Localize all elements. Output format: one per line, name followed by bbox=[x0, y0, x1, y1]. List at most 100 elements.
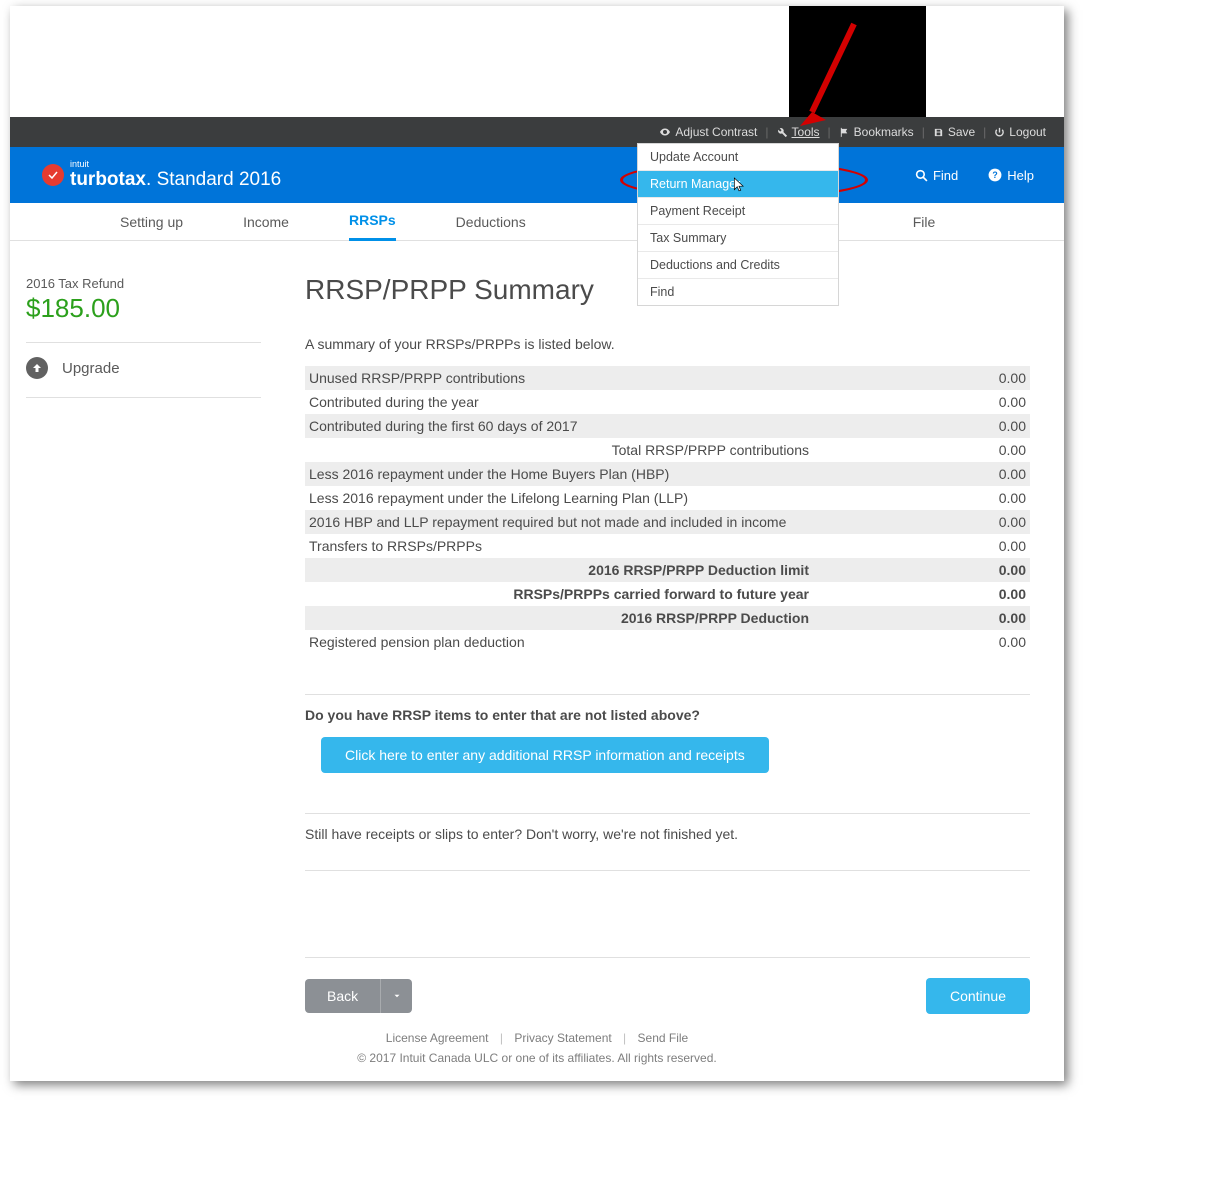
row-label: Less 2016 repayment under the Lifelong L… bbox=[309, 490, 688, 506]
table-row: Contributed during the first 60 days of … bbox=[305, 414, 1030, 438]
row-value: 0.00 bbox=[976, 490, 1026, 506]
brand-edition: Standard 2016 bbox=[157, 169, 282, 190]
bookmarks-link[interactable]: Bookmarks bbox=[833, 125, 920, 139]
row-value: 0.00 bbox=[976, 394, 1026, 410]
divider bbox=[305, 870, 1030, 871]
continue-button[interactable]: Continue bbox=[926, 978, 1030, 1014]
search-icon bbox=[915, 169, 928, 182]
dropdown-item[interactable]: Update Account bbox=[638, 144, 838, 171]
tab-setting-up[interactable]: Setting up bbox=[120, 204, 183, 240]
row-label: Total RRSP/PRPP contributions bbox=[309, 442, 869, 458]
intro-text: A summary of your RRSPs/PRPPs is listed … bbox=[305, 336, 1030, 352]
row-label: 2016 RRSP/PRPP Deduction bbox=[309, 610, 869, 626]
save-icon bbox=[933, 127, 944, 138]
brand-text-block: intuit turbotax. Standard 2016 bbox=[70, 160, 281, 191]
row-value: 0.00 bbox=[976, 418, 1026, 434]
logout-link[interactable]: Logout bbox=[988, 125, 1052, 139]
bookmarks-label: Bookmarks bbox=[854, 125, 914, 139]
divider bbox=[26, 342, 261, 343]
help-label: Help bbox=[1007, 168, 1034, 183]
help-link[interactable]: ? Help bbox=[988, 168, 1034, 183]
note-text: Still have receipts or slips to enter? D… bbox=[305, 826, 1030, 842]
chevron-down-icon bbox=[392, 991, 402, 1001]
row-value: 0.00 bbox=[976, 514, 1026, 530]
refund-label: 2016 Tax Refund bbox=[26, 276, 261, 291]
question-text: Do you have RRSP items to enter that are… bbox=[305, 707, 1030, 723]
tab-rrsps[interactable]: RRSPs bbox=[349, 202, 396, 241]
adjust-contrast-link[interactable]: Adjust Contrast bbox=[653, 125, 763, 139]
wrench-icon bbox=[777, 127, 788, 138]
row-label: 2016 HBP and LLP repayment required but … bbox=[309, 514, 786, 530]
license-link[interactable]: License Agreement bbox=[386, 1031, 489, 1045]
dropdown-item[interactable]: Find bbox=[638, 279, 838, 305]
adjust-contrast-label: Adjust Contrast bbox=[675, 125, 757, 139]
help-icon: ? bbox=[988, 168, 1002, 182]
refund-amount: $185.00 bbox=[26, 293, 261, 324]
copyright-text: © 2017 Intuit Canada ULC or one of its a… bbox=[10, 1051, 1064, 1065]
back-button[interactable]: Back bbox=[305, 979, 380, 1013]
table-row: 2016 RRSP/PRPP Deduction limit 0.00 bbox=[305, 558, 1030, 582]
divider bbox=[26, 397, 261, 398]
privacy-link[interactable]: Privacy Statement bbox=[514, 1031, 611, 1045]
find-label: Find bbox=[933, 168, 958, 183]
logout-label: Logout bbox=[1009, 125, 1046, 139]
row-label: Registered pension plan deduction bbox=[309, 634, 525, 650]
separator: | bbox=[763, 125, 770, 139]
table-row: RRSPs/PRPPs carried forward to future ye… bbox=[305, 582, 1030, 606]
dropdown-item[interactable]: Deductions and Credits bbox=[638, 252, 838, 279]
table-row: Unused RRSP/PRPP contributions0.00 bbox=[305, 366, 1030, 390]
table-row: Transfers to RRSPs/PRPPs0.00 bbox=[305, 534, 1030, 558]
send-file-link[interactable]: Send File bbox=[638, 1031, 689, 1045]
row-label: Unused RRSP/PRPP contributions bbox=[309, 370, 525, 386]
back-dropdown-button[interactable] bbox=[380, 979, 412, 1013]
tab-file[interactable]: File bbox=[913, 204, 936, 240]
row-value: 0.00 bbox=[976, 466, 1026, 482]
dropdown-item[interactable]: Payment Receipt bbox=[638, 198, 838, 225]
upgrade-arrow-icon bbox=[26, 357, 48, 379]
table-row: Registered pension plan deduction 0.00 bbox=[305, 630, 1030, 654]
row-label: Less 2016 repayment under the Home Buyer… bbox=[309, 466, 669, 482]
upgrade-label: Upgrade bbox=[62, 360, 120, 377]
dropdown-item[interactable]: Tax Summary bbox=[638, 225, 838, 252]
separator: | bbox=[500, 1031, 503, 1045]
separator: | bbox=[623, 1031, 626, 1045]
separator: | bbox=[826, 125, 833, 139]
table-row: Less 2016 repayment under the Home Buyer… bbox=[305, 462, 1030, 486]
nav-bar: Setting up Income RRSPs Deductions v Fil… bbox=[10, 203, 1064, 241]
row-value: 0.00 bbox=[976, 586, 1026, 602]
save-link[interactable]: Save bbox=[927, 125, 981, 139]
decorative-black-block bbox=[789, 6, 926, 118]
back-button-group: Back bbox=[305, 979, 412, 1013]
add-rrsp-info-button[interactable]: Click here to enter any additional RRSP … bbox=[321, 737, 769, 773]
brand-bar: intuit turbotax. Standard 2016 Find ? He… bbox=[10, 147, 1064, 203]
row-label: 2016 RRSP/PRPP Deduction limit bbox=[309, 562, 869, 578]
tools-label: Tools bbox=[792, 125, 820, 139]
separator: | bbox=[920, 125, 927, 139]
footer: License Agreement | Privacy Statement | … bbox=[10, 1031, 1064, 1065]
button-row: Back Continue bbox=[305, 957, 1030, 1014]
svg-text:?: ? bbox=[993, 170, 998, 180]
row-value: 0.00 bbox=[976, 538, 1026, 554]
eye-icon bbox=[659, 126, 671, 138]
upgrade-link[interactable]: Upgrade bbox=[26, 357, 261, 379]
separator: | bbox=[981, 125, 988, 139]
row-label: RRSPs/PRPPs carried forward to future ye… bbox=[309, 586, 869, 602]
sidebar: 2016 Tax Refund $185.00 Upgrade bbox=[26, 276, 261, 412]
row-value: 0.00 bbox=[976, 610, 1026, 626]
row-value: 0.00 bbox=[976, 562, 1026, 578]
table-row: Total RRSP/PRPP contributions0.00 bbox=[305, 438, 1030, 462]
table-row: Less 2016 repayment under the Lifelong L… bbox=[305, 486, 1030, 510]
save-label: Save bbox=[948, 125, 975, 139]
table-row: 2016 RRSP/PRPP Deduction 0.00 bbox=[305, 606, 1030, 630]
tab-income[interactable]: Income bbox=[243, 204, 289, 240]
tools-dropdown: Update AccountReturn ManagerPayment Rece… bbox=[637, 143, 839, 306]
summary-table: Unused RRSP/PRPP contributions0.00Contri… bbox=[305, 366, 1030, 654]
tab-deductions[interactable]: Deductions bbox=[456, 204, 526, 240]
row-value: 0.00 bbox=[976, 634, 1026, 650]
row-label: Contributed during the first 60 days of … bbox=[309, 418, 578, 434]
dropdown-item[interactable]: Return Manager bbox=[638, 171, 838, 198]
main-panel: RRSP/PRPP Summary A summary of your RRSP… bbox=[285, 254, 1050, 1014]
table-row: 2016 HBP and LLP repayment required but … bbox=[305, 510, 1030, 534]
find-link[interactable]: Find bbox=[915, 168, 958, 183]
tools-link[interactable]: Tools bbox=[771, 125, 826, 139]
